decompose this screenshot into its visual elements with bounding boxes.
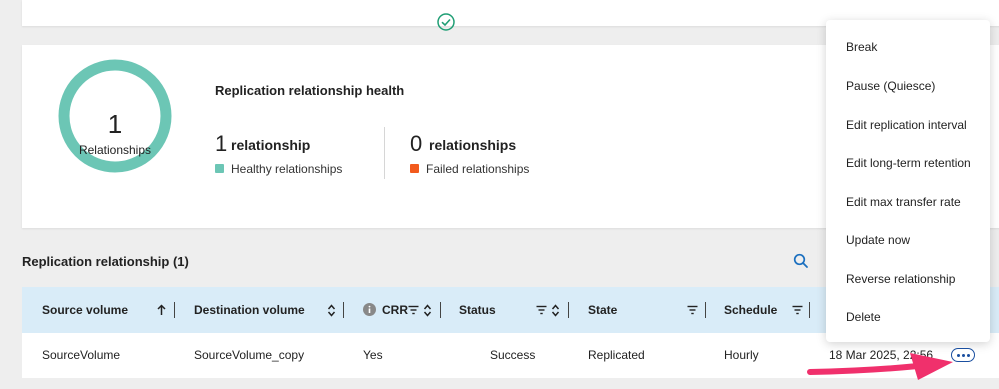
column-header-destination-volume[interactable]: Destination volume [194,287,305,333]
filter-icon[interactable] [792,305,803,315]
sort-icon[interactable] [327,304,336,317]
dot [961,353,965,357]
column-header-schedule[interactable]: Schedule [724,287,777,333]
cell-source-volume: SourceVolume [42,348,121,362]
cell-destination-volume: SourceVolume_copy [194,348,305,362]
cell-schedule: Hourly [724,348,759,362]
success-check-icon [437,13,455,31]
stat-divider [384,127,385,179]
column-header-crr[interactable]: CRR [382,287,408,333]
column-header-status[interactable]: Status [459,287,496,333]
sort-icon[interactable] [551,304,560,317]
filter-icon[interactable] [536,305,547,315]
actions-menu: Break Pause (Quiesce) Edit replication i… [826,20,990,342]
column-separator [343,302,344,318]
menu-item-edit-replication-interval[interactable]: Edit replication interval [846,118,967,132]
menu-item-pause[interactable]: Pause (Quiesce) [846,79,935,93]
filter-icon[interactable] [687,305,698,315]
failed-legend-label: Failed relationships [426,162,530,176]
sort-ascending-icon[interactable] [157,304,166,316]
pointer-arrow-annotation [807,353,953,380]
healthy-legend-swatch [215,164,224,173]
menu-item-edit-max-transfer-rate[interactable]: Edit max transfer rate [846,195,961,209]
column-header-state[interactable]: State [588,287,617,333]
menu-item-reverse-relationship[interactable]: Reverse relationship [846,272,955,286]
dot [956,353,960,357]
column-separator [705,302,706,318]
cell-crr: Yes [363,348,383,362]
failed-unit: relationships [429,137,517,153]
dot [966,353,970,357]
donut-label: Relationships [78,143,152,157]
health-title: Replication relationship health [215,83,405,98]
failed-count: 0 [410,131,423,156]
column-separator [440,302,441,318]
menu-item-delete[interactable]: Delete [846,310,881,324]
column-separator [174,302,175,318]
filter-icon[interactable] [408,305,419,315]
healthy-legend-label: Healthy relationships [231,162,343,176]
column-separator [568,302,569,318]
healthy-count: 1 [215,131,228,156]
healthy-unit: relationship [231,137,311,153]
failed-legend-swatch [410,164,419,173]
menu-item-edit-long-term-retention[interactable]: Edit long-term retention [846,156,971,170]
info-icon[interactable] [363,303,376,316]
column-separator [809,302,810,318]
menu-item-break[interactable]: Break [846,40,877,54]
sort-icon[interactable] [423,304,432,317]
cell-state: Replicated [588,348,645,362]
more-actions-button[interactable] [951,348,975,362]
search-icon[interactable] [793,253,809,269]
cell-status: Success [490,348,536,362]
table-title: Replication relationship (1) [22,254,189,269]
menu-item-update-now[interactable]: Update now [846,233,910,247]
donut-count: 1 [107,109,123,139]
column-header-source-volume[interactable]: Source volume [42,287,128,333]
